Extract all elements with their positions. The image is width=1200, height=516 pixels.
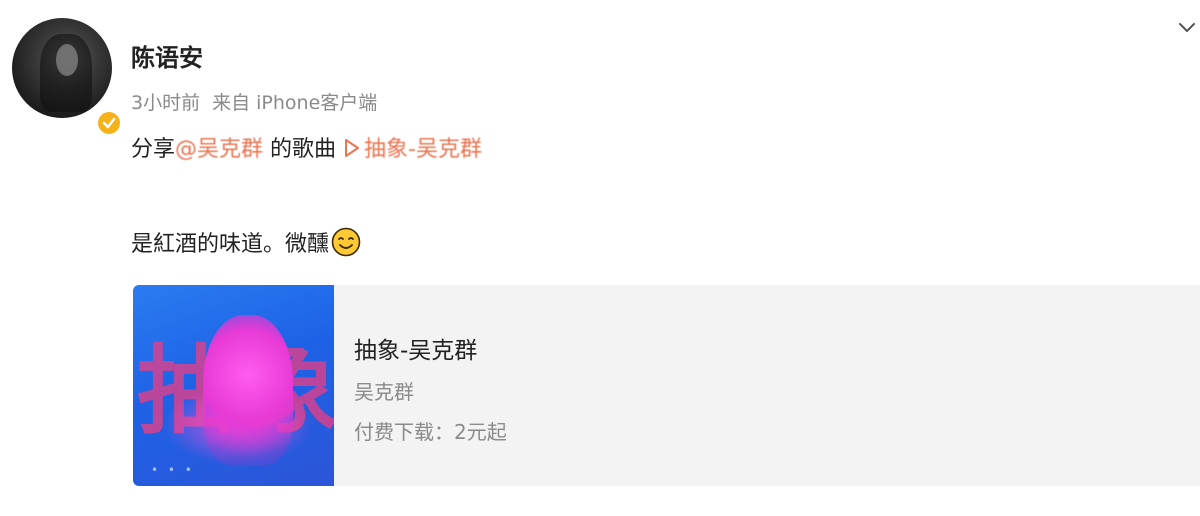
song-link[interactable]: 抽象-吴克群 — [364, 137, 482, 162]
cover-figure — [203, 315, 293, 465]
share-middle: 的歌曲 — [263, 137, 337, 162]
play-icon[interactable] — [344, 138, 360, 164]
post-text-line2: 是紅酒的味道。微醺 — [131, 226, 361, 263]
author-name[interactable]: 陈语安 — [131, 38, 203, 73]
post-text: 是紅酒的味道。微醺 — [131, 232, 330, 257]
post-text-line1: 分享@吴克群 的歌曲 抽象-吴克群 — [131, 131, 482, 164]
card-title[interactable]: 抽象-吴克群 — [354, 331, 477, 365]
card-artist: 吴克群 — [354, 380, 414, 404]
share-prefix: 分享 — [131, 137, 176, 162]
post-meta: 3小时前 来自 iPhone客户端 — [131, 88, 389, 115]
post-source: 来自 iPhone客户端 — [212, 92, 378, 114]
post-time[interactable]: 3小时前 — [131, 92, 200, 114]
music-card[interactable]: 抽象 • • • 抽象-吴克群 吴克群 付费下载：2元起 — [133, 285, 1200, 486]
card-price: 付费下载：2元起 — [354, 420, 507, 444]
avatar[interactable] — [12, 18, 112, 118]
chevron-down-icon[interactable] — [1174, 14, 1200, 40]
avatar-face — [56, 44, 78, 76]
smile-emoji-icon — [331, 227, 361, 263]
verified-icon — [96, 110, 122, 136]
album-cover[interactable]: 抽象 • • • — [133, 285, 334, 486]
cover-dots: • • • — [151, 463, 195, 477]
mention-link[interactable]: @吴克群 — [175, 137, 263, 162]
avatar-container[interactable] — [12, 18, 122, 136]
